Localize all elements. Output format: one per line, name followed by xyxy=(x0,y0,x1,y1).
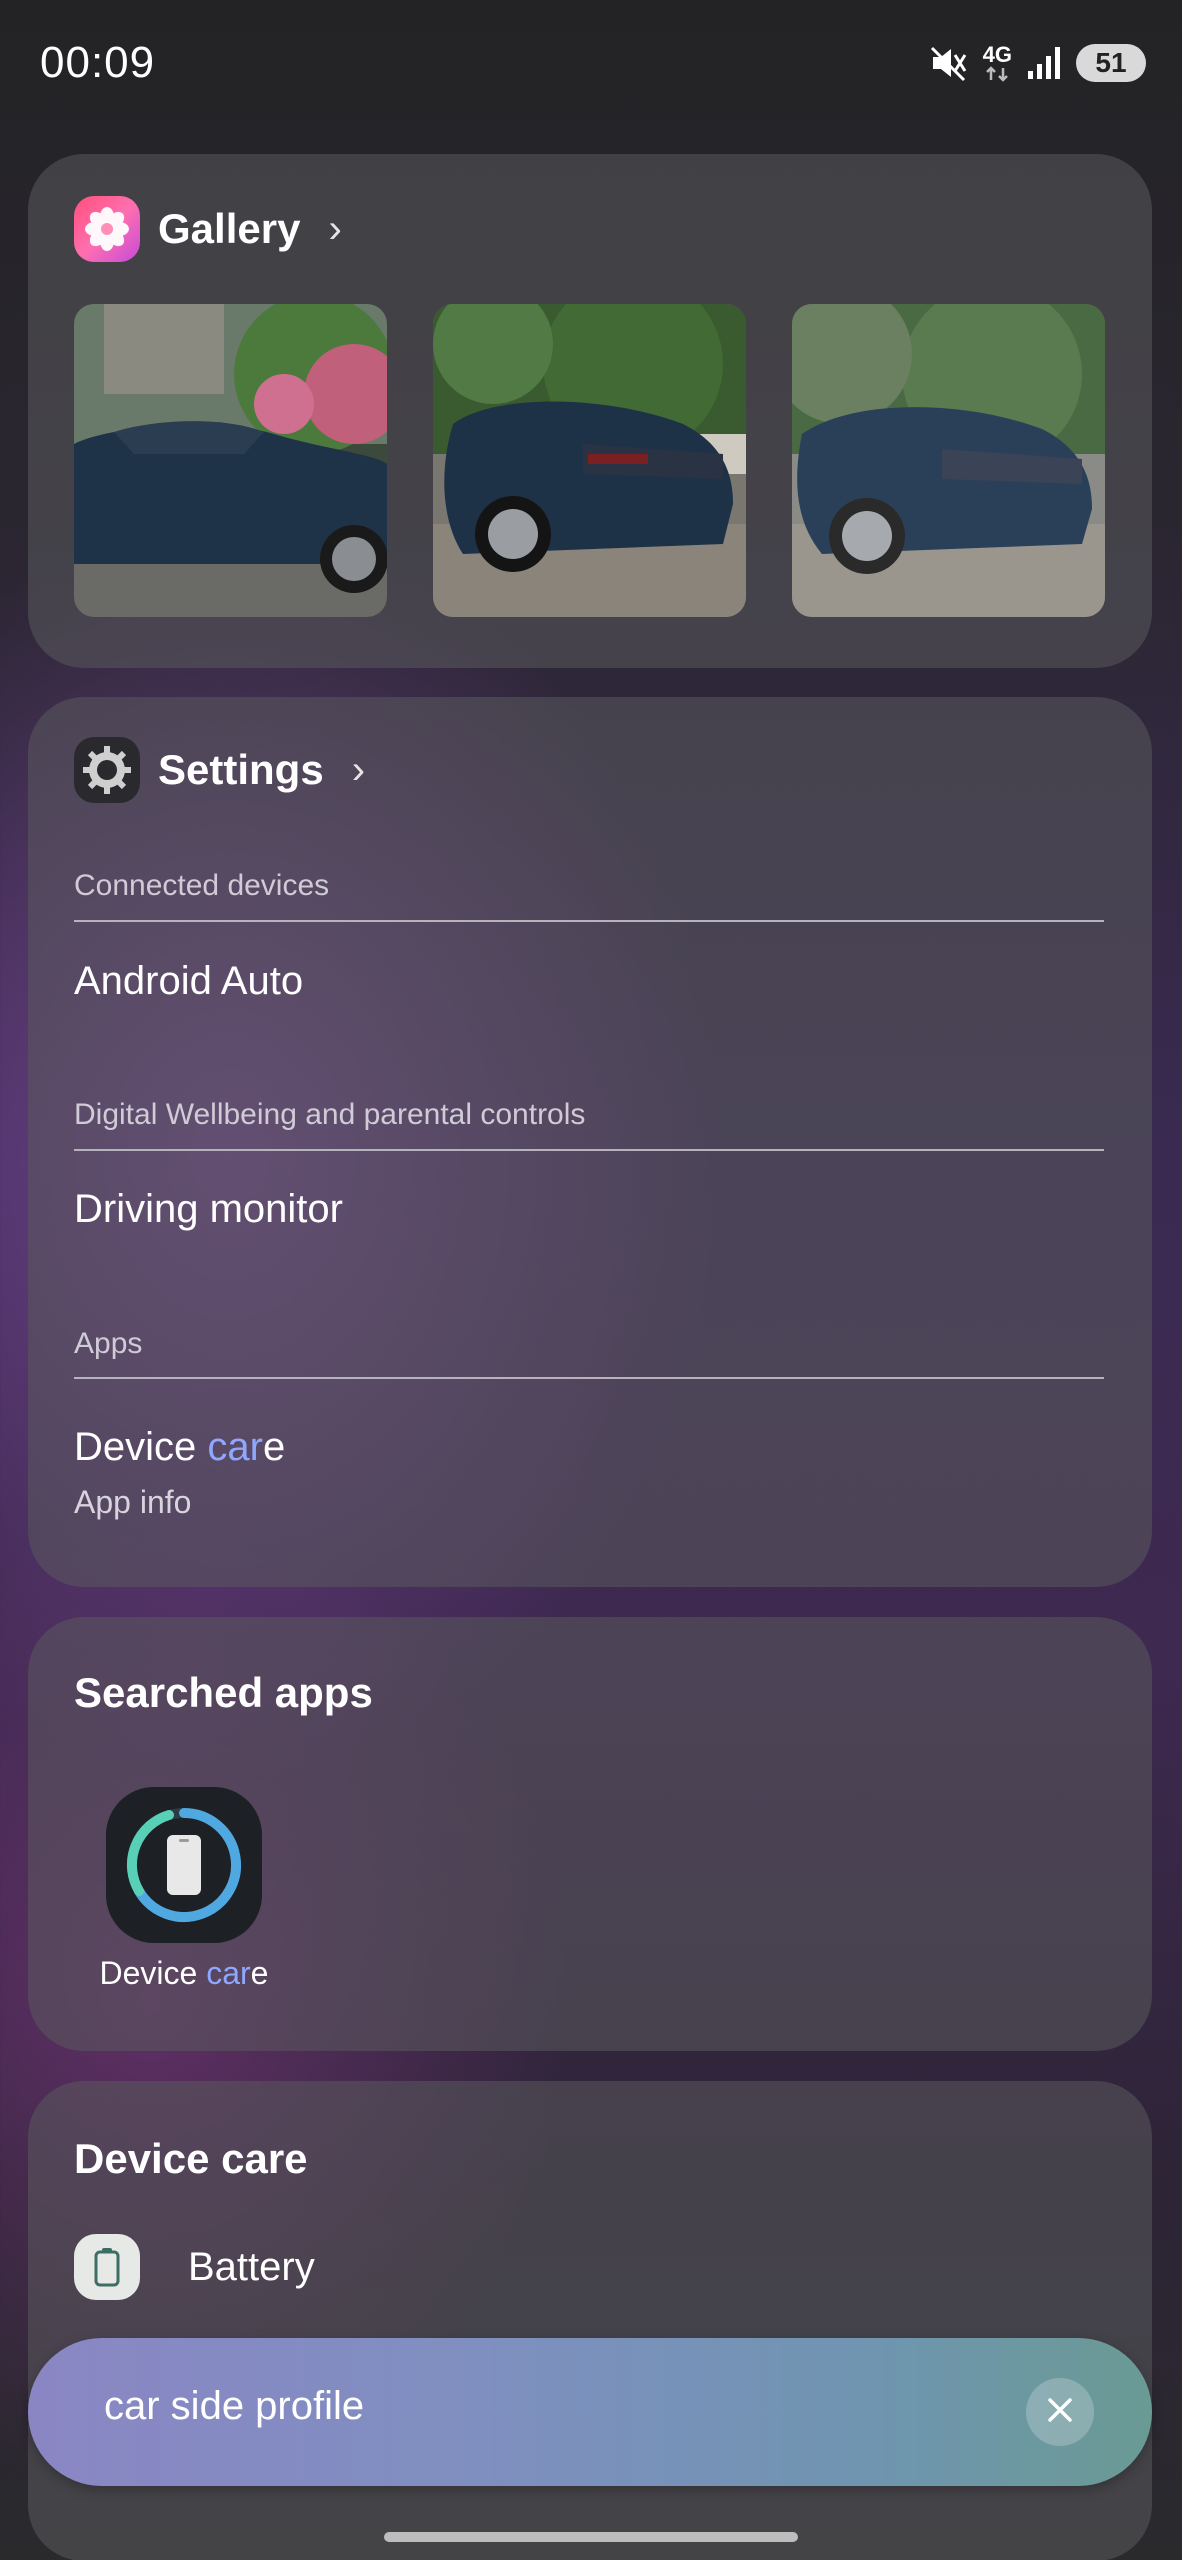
settings-title: Settings xyxy=(158,746,324,793)
searched-apps-header: Searched apps xyxy=(74,1669,373,1717)
device-care-icon xyxy=(106,1787,262,1943)
result-android-auto[interactable]: Android Auto xyxy=(74,959,303,1004)
result-device-care[interactable]: Device care xyxy=(74,1425,285,1470)
settings-header[interactable]: Settings › xyxy=(74,737,365,803)
device-care-item-battery[interactable]: Battery xyxy=(74,2234,315,2300)
status-bar: 00:09 4G 51 xyxy=(0,0,1182,130)
section-divider xyxy=(74,1377,1104,1379)
gallery-card: Gallery › xyxy=(28,154,1152,668)
status-icons: 4G 51 xyxy=(929,38,1146,88)
gear-icon xyxy=(74,737,140,803)
section-label-digital-wellbeing: Digital Wellbeing and parental controls xyxy=(74,1098,586,1131)
close-icon xyxy=(1045,2395,1075,2430)
result-text-highlight: car xyxy=(207,1425,263,1469)
battery-indicator: 51 xyxy=(1076,44,1146,82)
result-text-prefix: Device xyxy=(74,1425,208,1469)
car-front-side-photo[interactable] xyxy=(74,304,387,617)
car-rear-photo[interactable] xyxy=(433,304,746,617)
section-divider xyxy=(74,920,1104,922)
battery-icon xyxy=(74,2234,140,2300)
chevron-right-icon: › xyxy=(351,747,366,792)
gallery-flower-icon xyxy=(74,196,140,262)
result-text-suffix: e xyxy=(262,1425,286,1469)
battery-label: Battery xyxy=(188,2244,315,2289)
home-indicator[interactable] xyxy=(384,2532,798,2542)
gallery-header[interactable]: Gallery › xyxy=(74,196,342,262)
signal-icon xyxy=(1026,45,1062,81)
section-divider xyxy=(74,1149,1104,1151)
result-device-care-subtitle: App info xyxy=(74,1484,192,1520)
device-care-header: Device care xyxy=(74,2135,308,2183)
settings-card: Settings › Connected devices Android Aut… xyxy=(28,697,1152,1587)
searched-app-label: Device care xyxy=(99,1955,269,1991)
status-time: 00:09 xyxy=(40,38,156,87)
gallery-photos xyxy=(74,304,1105,617)
network-4g-icon: 4G xyxy=(983,44,1012,82)
mute-icon xyxy=(929,43,969,83)
searched-app-device-care[interactable]: Device care xyxy=(74,1787,294,1992)
device-care-card: Device care Battery xyxy=(28,2081,1152,2560)
searched-apps-title: Searched apps xyxy=(74,1669,373,1716)
clear-search-button[interactable] xyxy=(1026,2378,1094,2446)
searched-apps-card: Searched apps Device care xyxy=(28,1617,1152,2051)
car-rear-blurred-photo[interactable] xyxy=(792,304,1105,617)
search-query[interactable]: car side profile xyxy=(104,2384,364,2429)
section-label-connected-devices: Connected devices xyxy=(74,869,330,902)
device-care-title: Device care xyxy=(74,2135,308,2182)
section-label-apps: Apps xyxy=(74,1327,143,1360)
gallery-title: Gallery xyxy=(158,205,301,252)
search-bar[interactable]: car side profile xyxy=(28,2338,1152,2486)
result-driving-monitor[interactable]: Driving monitor xyxy=(74,1187,343,1232)
chevron-right-icon: › xyxy=(328,206,342,251)
